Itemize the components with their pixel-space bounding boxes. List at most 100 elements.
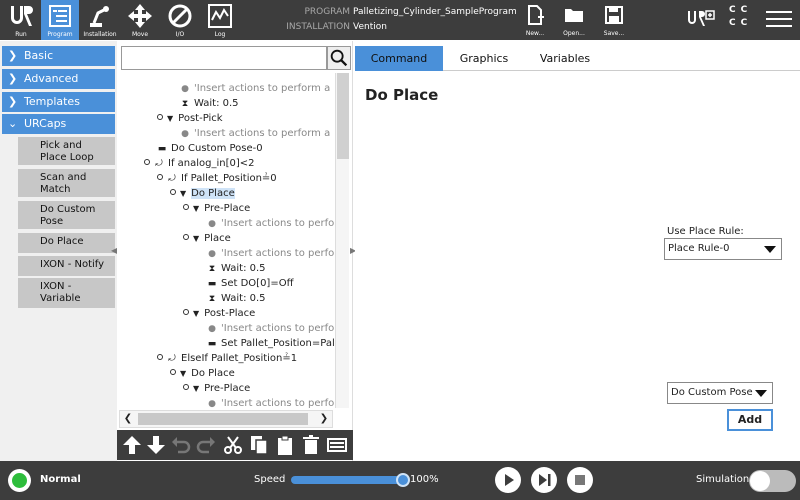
tree-node[interactable]: ⤾ If analog_in[0]<2 [144, 157, 255, 171]
run-tab[interactable]: Run [3, 0, 39, 40]
tree-node[interactable]: ▼ Do Place [170, 187, 235, 201]
save-file-button[interactable]: Save... [596, 0, 632, 40]
tree-node[interactable]: ⤾ ElseIf Pallet_Position≟1 [157, 352, 297, 366]
expand-triangle-icon[interactable]: ▼ [193, 382, 199, 396]
scroll-right-icon[interactable]: ❯ [316, 411, 332, 427]
suppress-button[interactable] [326, 434, 348, 456]
tree-node[interactable]: ▼ Place [183, 232, 231, 246]
tree-node-label: 'Insert actions to perform a [194, 83, 331, 94]
tree-node[interactable]: ⤾ If Pallet_Position≟0 [157, 172, 277, 186]
urcap-do-place[interactable]: Do Place [18, 233, 115, 253]
category-templates[interactable]: ❯ Templates [2, 92, 115, 112]
tree-node[interactable]: ⧗ Wait: 0.5 [207, 262, 266, 276]
breakpoint-marker-icon[interactable] [157, 174, 163, 180]
step-button[interactable] [531, 467, 557, 493]
robot-status-indicator-icon[interactable] [8, 469, 31, 492]
program-tab[interactable]: Program [41, 0, 79, 40]
tree-node[interactable]: ● 'Insert actions to perfo [207, 217, 334, 231]
new-file-button[interactable]: New... [517, 0, 553, 40]
tree-node[interactable]: ▬ Set Pallet_Position=Pal [207, 337, 335, 351]
io-tab[interactable]: I/O [161, 0, 199, 40]
urplus-icon[interactable] [686, 8, 716, 30]
tree-node[interactable]: ▼ Post-Pick [157, 112, 223, 126]
copy-button[interactable] [248, 434, 270, 456]
open-file-button[interactable]: Open... [556, 0, 592, 40]
tree-node[interactable]: ▼ Post-Place [183, 307, 255, 321]
urcap-scan-and-match[interactable]: Scan and Match [18, 169, 115, 197]
simulation-toggle[interactable] [749, 470, 796, 492]
urcap-ixon-variable[interactable]: IXON - Variable [18, 278, 115, 308]
expand-triangle-icon[interactable]: ▼ [193, 232, 199, 246]
tab-graphics[interactable]: Graphics [443, 46, 525, 71]
scrollbar-thumb[interactable] [138, 413, 308, 425]
breakpoint-marker-icon[interactable] [157, 354, 163, 360]
expand-triangle-icon[interactable]: ▼ [180, 187, 186, 201]
speed-slider-knob[interactable] [396, 473, 410, 487]
add-button[interactable]: Add [727, 409, 773, 431]
breakpoint-marker-icon[interactable] [144, 159, 150, 165]
urcap-ixon-notify[interactable]: IXON - Notify [18, 256, 115, 276]
tab-command[interactable]: Command [355, 46, 443, 71]
breakpoint-marker-icon[interactable] [170, 369, 176, 375]
tab-variables[interactable]: Variables [525, 46, 605, 71]
breakpoint-marker-icon[interactable] [157, 114, 163, 120]
ur-logo-icon [11, 6, 33, 26]
tree-node[interactable]: ● 'Insert actions to perfo [207, 322, 334, 336]
open-file-label: Open... [563, 30, 585, 37]
place-rule-select[interactable]: Place Rule-0 [664, 238, 782, 260]
delete-button[interactable] [300, 434, 322, 456]
breakpoint-marker-icon[interactable] [183, 384, 189, 390]
tree-node[interactable]: ⧗ Wait: 0.5 [207, 292, 266, 306]
urcap-label: Do Place [40, 236, 84, 247]
breakpoint-marker-icon[interactable] [183, 309, 189, 315]
comment-icon: ● [208, 324, 216, 334]
expand-triangle-icon[interactable]: ▼ [167, 112, 173, 126]
move-down-button[interactable] [145, 434, 167, 456]
search-icon [330, 49, 348, 67]
log-tab[interactable]: Log [201, 0, 239, 40]
new-file-label: New... [525, 30, 545, 37]
category-advanced[interactable]: ❯ Advanced [2, 69, 115, 89]
program-name: Palletizing_Cylinder_SampleProgram [353, 7, 517, 17]
play-button[interactable] [495, 467, 521, 493]
expand-triangle-icon[interactable]: ▼ [193, 307, 199, 321]
tree-horizontal-scrollbar[interactable]: ❮ ❯ [119, 410, 333, 428]
stop-button[interactable] [567, 467, 593, 493]
expand-triangle-icon[interactable]: ▼ [180, 367, 186, 381]
cut-button[interactable] [222, 434, 244, 456]
tree-node[interactable]: ▼ Do Place [170, 367, 235, 381]
tree-node[interactable]: ● 'Insert actions to perform a [180, 127, 330, 141]
breakpoint-marker-icon[interactable] [183, 204, 189, 210]
tree-vertical-scrollbar[interactable] [335, 73, 349, 408]
tree-node[interactable]: ▬ Do Custom Pose-0 [157, 142, 263, 156]
tree-node[interactable]: ⧗ Wait: 0.5 [180, 97, 239, 111]
urcap-pick-and-place-loop[interactable]: Pick and Place Loop [18, 137, 115, 165]
tree-node[interactable]: ▼ Pre-Place [183, 382, 250, 396]
undo-button[interactable] [170, 434, 192, 456]
expand-triangle-icon[interactable]: ▼ [193, 202, 199, 216]
urcap-do-custom-pose[interactable]: Do Custom Pose [18, 201, 115, 229]
tree-node[interactable]: ● 'Insert actions to perfo [207, 397, 334, 408]
move-up-button[interactable] [121, 434, 143, 456]
paste-button[interactable] [274, 434, 296, 456]
cc-indicator[interactable]: CC CC [729, 4, 759, 34]
menu-icon[interactable] [764, 6, 794, 34]
category-urcaps[interactable]: ⌄ URCaps [2, 114, 115, 134]
scroll-left-icon[interactable]: ❮ [120, 411, 136, 427]
installation-tab[interactable]: Installation [81, 0, 119, 40]
speed-label: Speed [254, 474, 286, 485]
tree-node[interactable]: ● 'Insert actions to perform a [180, 82, 330, 96]
breakpoint-marker-icon[interactable] [183, 234, 189, 240]
tree-node[interactable]: ▼ Pre-Place [183, 202, 250, 216]
redo-button[interactable] [195, 434, 217, 456]
scrollbar-thumb[interactable] [337, 73, 349, 159]
search-button[interactable] [327, 46, 351, 70]
pose-select[interactable]: Do Custom Pose [667, 382, 773, 404]
move-tab[interactable]: Move [121, 0, 159, 40]
tree-node[interactable]: ● 'Insert actions to perfo [207, 247, 334, 261]
breakpoint-marker-icon[interactable] [170, 189, 176, 195]
tree-node[interactable]: ▬ Set DO[0]=Off [207, 277, 294, 291]
speed-slider[interactable] [291, 476, 403, 484]
search-input[interactable] [121, 46, 327, 70]
category-basic[interactable]: ❯ Basic [2, 46, 115, 66]
